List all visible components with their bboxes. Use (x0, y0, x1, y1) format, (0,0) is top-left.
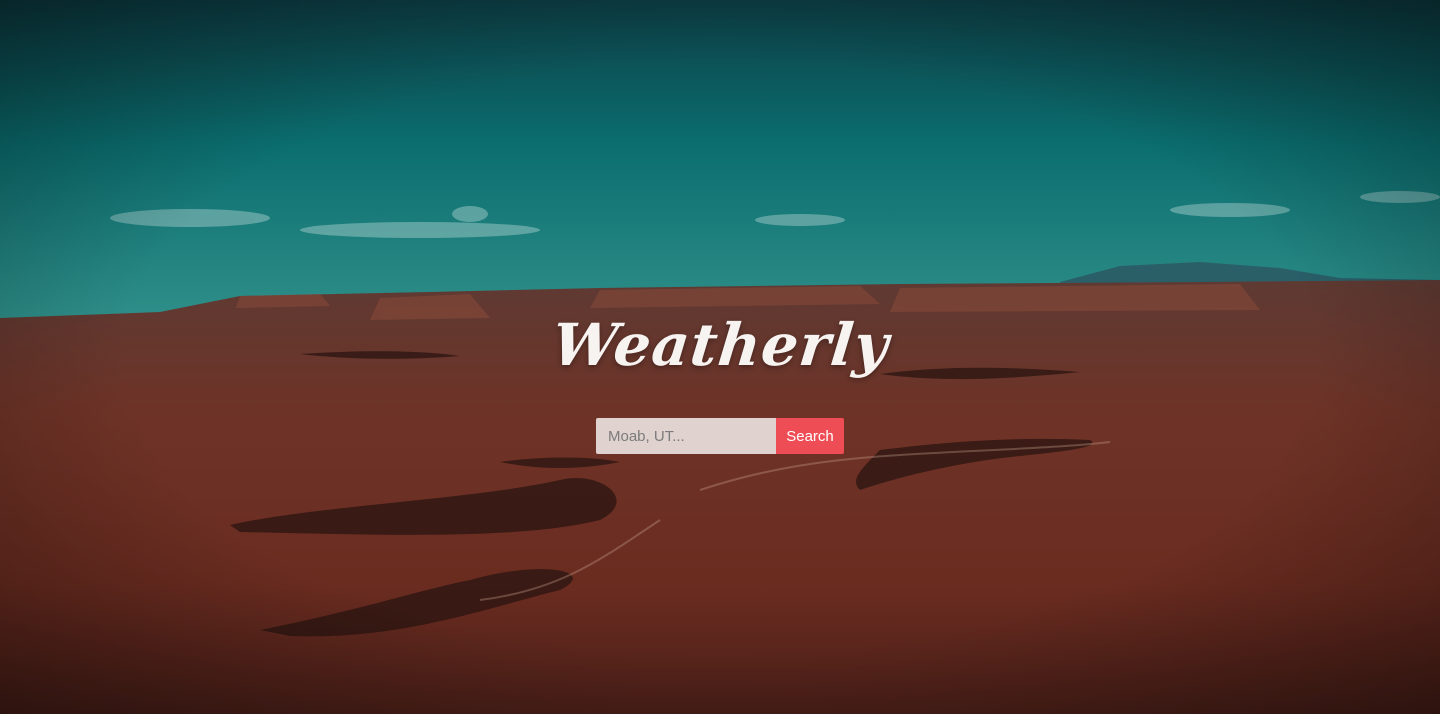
app-logo: Weatherly (549, 311, 893, 379)
location-search-input[interactable] (596, 418, 776, 454)
search-button[interactable]: Search (776, 418, 844, 454)
hero-section: Weatherly Search (0, 310, 1440, 454)
landing-page: Weatherly Search (0, 0, 1440, 714)
search-form: Search (596, 418, 844, 454)
